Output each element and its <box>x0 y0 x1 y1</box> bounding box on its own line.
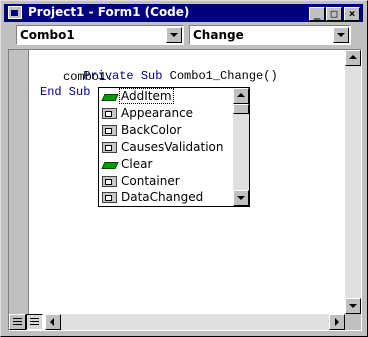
close-button[interactable]: × <box>344 7 360 21</box>
title-bar[interactable]: Project1 - Form1 (Code) _ □ × <box>4 4 363 22</box>
full-module-view-button[interactable] <box>26 314 43 330</box>
code-line-3[interactable]: End Sub <box>40 85 90 99</box>
chevron-down-icon <box>337 33 345 37</box>
scroll-right-button[interactable] <box>329 314 345 330</box>
arrow-up-icon <box>237 93 245 97</box>
scroll-up-button[interactable] <box>345 50 361 66</box>
margin-indicator-bar[interactable] <box>9 50 29 314</box>
method-icon <box>102 159 117 170</box>
code-window-icon[interactable] <box>8 6 22 19</box>
procedure-signature: Combo1_Change() <box>162 69 278 83</box>
arrow-up-icon <box>349 55 357 59</box>
object-combo-value: Combo1 <box>20 28 75 42</box>
list-item-additem[interactable]: AddItem <box>100 88 232 105</box>
property-icon <box>102 125 117 136</box>
list-item-label: BackColor <box>121 123 182 137</box>
list-item-container[interactable]: Container <box>100 173 232 190</box>
property-icon <box>102 176 117 187</box>
list-item-causesvalidation[interactable]: CausesValidation <box>100 139 232 156</box>
procedure-combo-dropdown-button[interactable] <box>333 27 349 43</box>
scroll-left-button[interactable] <box>45 314 61 330</box>
procedure-view-button[interactable] <box>9 314 26 330</box>
minimize-button[interactable]: _ <box>309 7 325 21</box>
maximize-button[interactable]: □ <box>326 7 342 21</box>
autocomplete-scrollbar[interactable] <box>233 88 249 206</box>
object-combo[interactable]: Combo1 <box>16 25 184 45</box>
list-item-label: CausesValidation <box>121 140 224 154</box>
list-item-label: Container <box>121 174 180 188</box>
procedure-combo-value: Change <box>193 28 244 42</box>
object-combo-dropdown-button[interactable] <box>166 27 182 43</box>
code-line-2[interactable]: combo1. <box>63 70 113 84</box>
list-item-clear[interactable]: Clear <box>100 156 232 173</box>
arrow-left-icon <box>50 318 54 326</box>
chevron-down-icon <box>170 33 178 37</box>
arrow-right-icon <box>335 318 339 326</box>
list-item-backcolor[interactable]: BackColor <box>100 122 232 139</box>
scrollbar-corner <box>345 314 361 330</box>
list-item-label: Appearance <box>121 106 194 120</box>
scroll-down-button[interactable] <box>233 190 249 206</box>
property-icon <box>102 192 117 203</box>
arrow-down-icon <box>237 196 245 200</box>
list-item-datachanged[interactable]: DataChanged <box>100 189 232 206</box>
window-title: Project1 - Form1 (Code) <box>28 5 190 19</box>
list-item-appearance[interactable]: Appearance <box>100 105 232 122</box>
procedure-view-icon <box>13 318 22 319</box>
full-module-view-icon <box>30 318 39 319</box>
procedure-combo[interactable]: Change <box>189 25 351 45</box>
scroll-thumb[interactable] <box>233 104 249 114</box>
scroll-down-button[interactable] <box>345 298 361 314</box>
code-window: Project1 - Form1 (Code) _ □ × Combo1 Cha… <box>0 0 368 337</box>
autocomplete-list[interactable]: AddItem Appearance BackColor CausesValid… <box>98 87 250 207</box>
vertical-scrollbar[interactable] <box>345 50 361 314</box>
horizontal-scrollbar[interactable] <box>45 314 345 330</box>
property-icon <box>102 142 117 153</box>
list-item-label: AddItem <box>119 88 174 104</box>
list-item-label: DataChanged <box>121 190 204 204</box>
scroll-up-button[interactable] <box>233 88 249 104</box>
method-icon <box>102 91 117 102</box>
arrow-down-icon <box>349 304 357 308</box>
property-icon <box>102 108 117 119</box>
list-item-label: Clear <box>121 157 153 171</box>
